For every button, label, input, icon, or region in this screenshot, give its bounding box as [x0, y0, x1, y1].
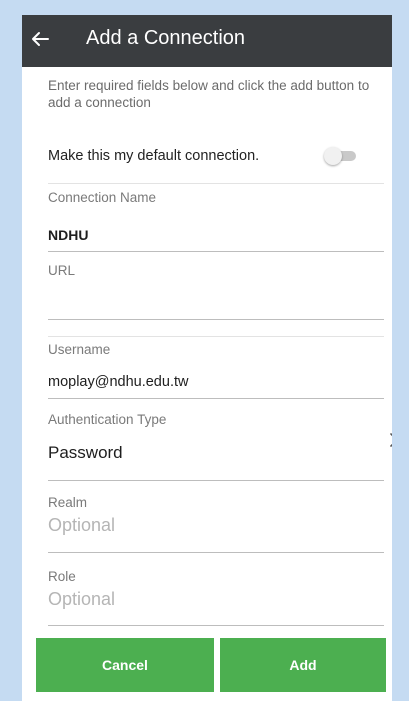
- authentication-type-label: Authentication Type: [48, 412, 167, 427]
- role-field[interactable]: Role Optional: [48, 569, 384, 629]
- page-title: Add a Connection: [86, 27, 246, 49]
- arrow-left-icon[interactable]: [28, 27, 52, 51]
- add-button[interactable]: Add: [220, 638, 386, 692]
- phone-screen: Add a Connection Enter required fields b…: [22, 15, 392, 701]
- realm-field[interactable]: Realm Optional: [48, 495, 384, 555]
- default-connection-row: Make this my default connection.: [48, 145, 384, 169]
- realm-underline: [48, 552, 384, 553]
- default-connection-label: Make this my default connection.: [48, 148, 260, 164]
- divider: [48, 336, 384, 337]
- connection-name-underline: [48, 251, 384, 252]
- connection-name-value[interactable]: NDHU: [48, 227, 88, 243]
- role-underline: [48, 625, 384, 626]
- username-field[interactable]: Username moplay@ndhu.edu.tw: [48, 336, 384, 406]
- authentication-type-field[interactable]: Authentication Type Password: [48, 409, 392, 485]
- url-field[interactable]: URL: [48, 263, 384, 323]
- realm-label: Realm: [48, 495, 88, 510]
- connection-name-field[interactable]: Connection Name NDHU: [48, 183, 384, 255]
- chevron-right-icon[interactable]: [386, 431, 392, 449]
- username-value[interactable]: moplay@ndhu.edu.tw: [48, 374, 188, 390]
- role-input[interactable]: Optional: [48, 589, 115, 610]
- role-label: Role: [48, 569, 76, 584]
- authentication-type-underline: [48, 480, 384, 481]
- username-label: Username: [48, 342, 111, 357]
- connection-form: Enter required fields below and click th…: [48, 77, 392, 626]
- default-connection-toggle[interactable]: [324, 147, 358, 165]
- divider: [48, 183, 384, 184]
- toggle-thumb: [324, 147, 342, 165]
- url-underline: [48, 319, 384, 320]
- intro-text: Enter required fields below and click th…: [48, 78, 370, 110]
- url-label: URL: [48, 263, 76, 278]
- cancel-button[interactable]: Cancel: [36, 638, 214, 692]
- username-underline: [48, 398, 384, 399]
- connection-name-label: Connection Name: [48, 190, 157, 205]
- authentication-type-value[interactable]: Password: [48, 443, 123, 463]
- app-bar: Add a Connection: [22, 15, 392, 67]
- realm-input[interactable]: Optional: [48, 515, 115, 536]
